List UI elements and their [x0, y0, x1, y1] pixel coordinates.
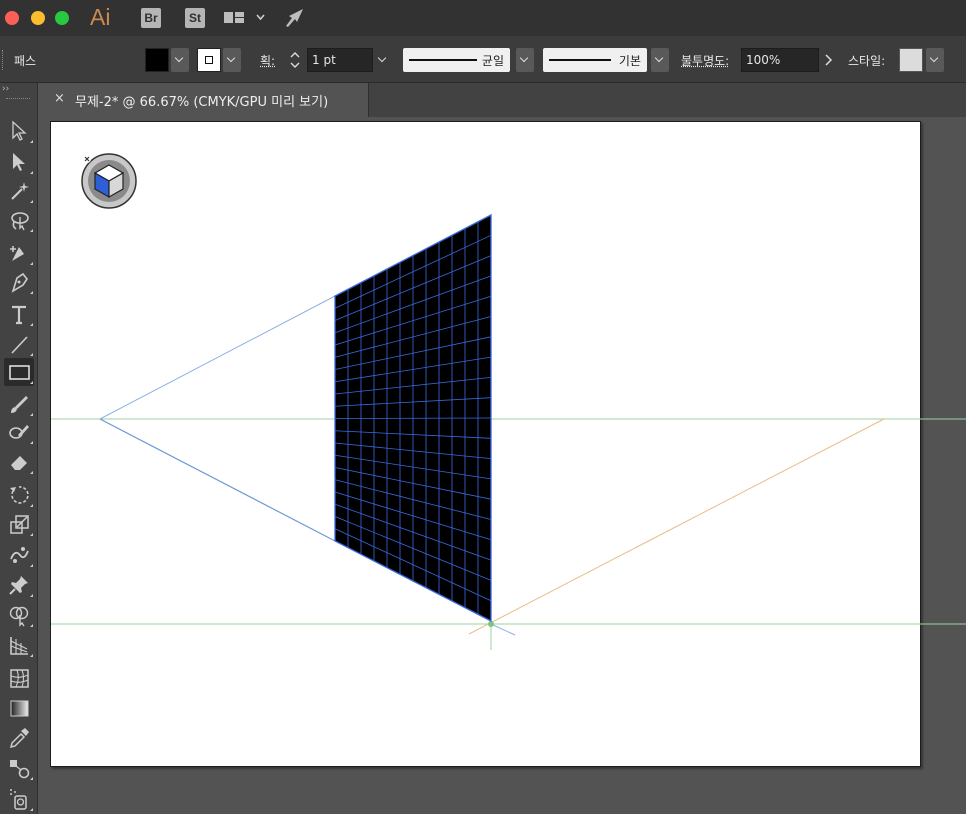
plane-switching-widget[interactable] — [80, 152, 138, 210]
widget-close-icon[interactable] — [83, 155, 91, 163]
left-vanishing-line-bottom — [99, 418, 336, 542]
ground-level-origin-handle[interactable] — [488, 621, 494, 627]
left-vanishing-line-top — [99, 295, 336, 420]
right-vanishing-line — [468, 418, 885, 635]
perspective-scene — [51, 213, 966, 650]
perspective-plane[interactable] — [334, 213, 492, 623]
origin-right-tick — [490, 623, 516, 636]
grid-horizontal-line — [334, 417, 492, 419]
